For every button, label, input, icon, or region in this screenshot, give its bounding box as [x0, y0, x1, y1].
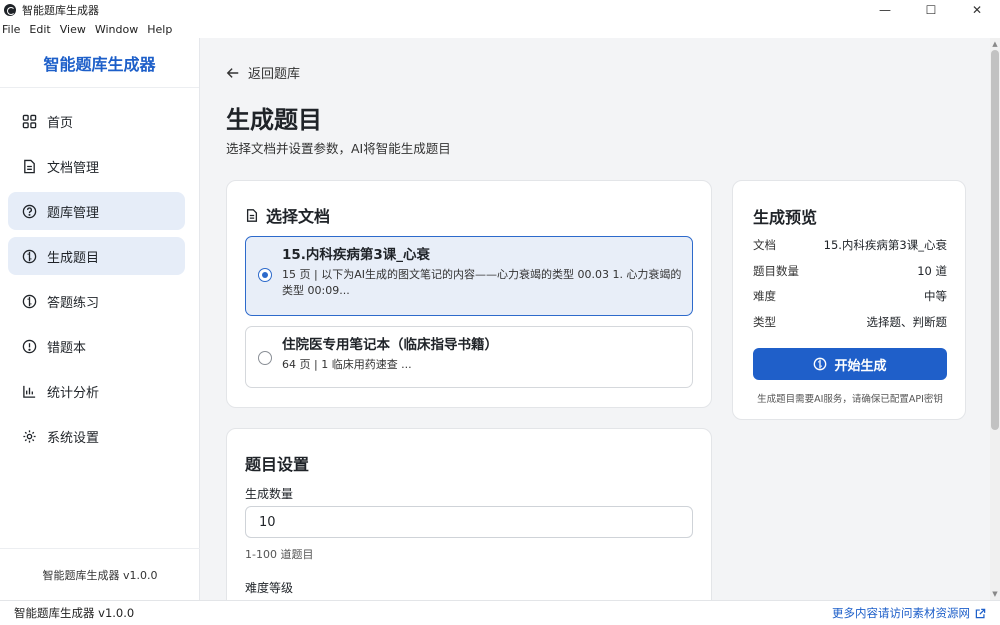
menu-window[interactable]: Window: [95, 23, 138, 36]
page-title: 生成题目: [226, 106, 322, 134]
document-icon: [246, 208, 258, 222]
preview-value: 10 道: [917, 264, 947, 278]
count-hint: 1-100 道题目: [245, 548, 314, 561]
title-bar: 智能题库生成器 — ☐ ✕: [0, 0, 1000, 20]
status-version: 智能题库生成器 v1.0.0: [14, 606, 135, 620]
sidebar-item-label: 错题本: [47, 340, 87, 356]
document-card-title: 选择文档: [245, 203, 330, 227]
arrow-left-icon: [226, 67, 239, 78]
preview-card-title: 生成预览: [753, 208, 818, 227]
minimize-button[interactable]: —: [862, 0, 908, 20]
bar-chart-icon: [21, 383, 37, 399]
back-to-bank-link[interactable]: 返回题库: [226, 63, 300, 82]
preview-row-difficulty: 难度 中等: [753, 288, 947, 304]
sidebar-item-label: 生成题目: [47, 250, 100, 266]
sidebar-item-label: 文档管理: [47, 160, 100, 176]
main-scrollbar[interactable]: ▲ ▼: [990, 38, 1000, 600]
preview-note: 生成题目需要AI服务，请确保已配置API密钥: [757, 394, 943, 405]
settings-card-title: 题目设置: [245, 455, 310, 474]
document-select-card: 选择文档 15.内科疾病第3课_心衰 15 页 | 以下为AI生成的图文笔记的内…: [226, 180, 712, 408]
sidebar-item-practice[interactable]: 答题练习: [8, 282, 185, 320]
document-card-title-text: 选择文档: [266, 207, 331, 226]
sidebar: 智能题库生成器 首页 文档管理 题库管理 生成题目 答题练习 错题本 统计分析 …: [0, 38, 200, 600]
document-option-desc: 64 页 | 1 临床用药速查 ...: [282, 358, 412, 371]
scroll-down-arrow-icon[interactable]: ▼: [990, 590, 1000, 598]
back-label: 返回题库: [248, 67, 301, 82]
sidebar-item-label: 答题练习: [47, 295, 100, 311]
sidebar-item-settings[interactable]: 系统设置: [8, 417, 185, 455]
menu-file[interactable]: File: [2, 23, 20, 36]
bulb-icon: [21, 248, 37, 264]
sidebar-item-mistakes[interactable]: 错题本: [8, 327, 185, 365]
page-subtitle: 选择文档并设置参数，AI将智能生成题目: [226, 141, 451, 156]
question-circle-icon: [21, 203, 37, 219]
document-option-name: 15.内科疾病第3课_心衰: [282, 247, 431, 263]
menu-view[interactable]: View: [60, 23, 86, 36]
preview-row-type: 类型 选择题、判断题: [753, 314, 947, 330]
alert-circle-icon: [21, 338, 37, 354]
bulb-icon: [814, 357, 827, 371]
sidebar-item-question-bank[interactable]: 题库管理: [8, 192, 185, 230]
preview-key: 难度: [753, 289, 776, 303]
external-link-icon: [975, 608, 986, 618]
maximize-button[interactable]: ☐: [908, 0, 954, 20]
menu-edit[interactable]: Edit: [29, 23, 50, 36]
sidebar-item-statistics[interactable]: 统计分析: [8, 372, 185, 410]
gear-icon: [21, 428, 37, 444]
preview-row-count: 题目数量 10 道: [753, 263, 947, 279]
sidebar-item-label: 首页: [47, 115, 74, 131]
radio-unselected[interactable]: [258, 351, 272, 365]
generation-preview-card: 生成预览 文档 15.内科疾病第3课_心衰 题目数量 10 道 难度 中等 类型…: [732, 180, 966, 420]
count-input[interactable]: 10: [245, 506, 693, 538]
count-label: 生成数量: [245, 487, 294, 501]
sidebar-version: 智能题库生成器 v1.0.0: [0, 548, 200, 600]
bulb-icon: [21, 293, 37, 309]
preview-value: 选择题、判断题: [866, 315, 948, 329]
sidebar-nav: 首页 文档管理 题库管理 生成题目 答题练习 错题本 统计分析 系统设置: [0, 88, 199, 455]
preview-key: 题目数量: [753, 264, 799, 278]
difficulty-label: 难度等级: [245, 581, 294, 595]
close-button[interactable]: ✕: [954, 0, 1000, 20]
preview-key: 文档: [753, 238, 776, 252]
document-option[interactable]: 15.内科疾病第3课_心衰 15 页 | 以下为AI生成的图文笔记的内容——心力…: [245, 236, 693, 316]
resource-link[interactable]: 更多内容请访问素材资源网: [832, 605, 986, 621]
scroll-thumb[interactable]: [991, 50, 999, 430]
preview-key: 类型: [753, 315, 776, 329]
window-title: 智能题库生成器: [22, 4, 99, 17]
start-generate-label: 开始生成: [834, 358, 887, 374]
sidebar-brand: 智能题库生成器: [0, 38, 199, 88]
scroll-up-arrow-icon[interactable]: ▲: [990, 40, 1000, 48]
app-logo-icon: [4, 4, 16, 16]
main-content: 返回题库 生成题目 选择文档并设置参数，AI将智能生成题目 选择文档 15.内科…: [200, 38, 990, 600]
resource-link-label: 更多内容请访问素材资源网: [832, 606, 970, 620]
start-generate-button[interactable]: 开始生成: [753, 348, 947, 380]
sidebar-item-label: 系统设置: [47, 430, 100, 446]
status-bar: 智能题库生成器 v1.0.0 更多内容请访问素材资源网: [0, 600, 1000, 625]
sidebar-item-documents[interactable]: 文档管理: [8, 147, 185, 185]
document-option-name: 住院医专用笔记本（临床指导书籍）: [282, 337, 498, 353]
window-controls: — ☐ ✕: [862, 0, 1000, 20]
preview-value: 中等: [924, 289, 947, 303]
document-option-desc: 15 页 | 以下为AI生成的图文笔记的内容——心力衰竭的类型 00.03 1.…: [282, 268, 682, 297]
menu-bar: File Edit View Window Help: [0, 20, 1000, 38]
grid-icon: [21, 113, 37, 129]
sidebar-item-home[interactable]: 首页: [8, 102, 185, 140]
menu-help[interactable]: Help: [147, 23, 172, 36]
radio-selected[interactable]: [258, 268, 272, 282]
sidebar-item-label: 题库管理: [47, 205, 100, 221]
question-settings-card: 题目设置 生成数量 10 1-100 道题目 难度等级: [226, 428, 712, 600]
sidebar-item-generate[interactable]: 生成题目: [8, 237, 185, 275]
preview-row-document: 文档 15.内科疾病第3课_心衰: [753, 237, 947, 253]
sidebar-item-label: 统计分析: [47, 385, 100, 401]
document-option[interactable]: 住院医专用笔记本（临床指导书籍） 64 页 | 1 临床用药速查 ...: [245, 326, 693, 388]
document-icon: [21, 158, 37, 174]
preview-value: 15.内科疾病第3课_心衰: [823, 238, 947, 252]
